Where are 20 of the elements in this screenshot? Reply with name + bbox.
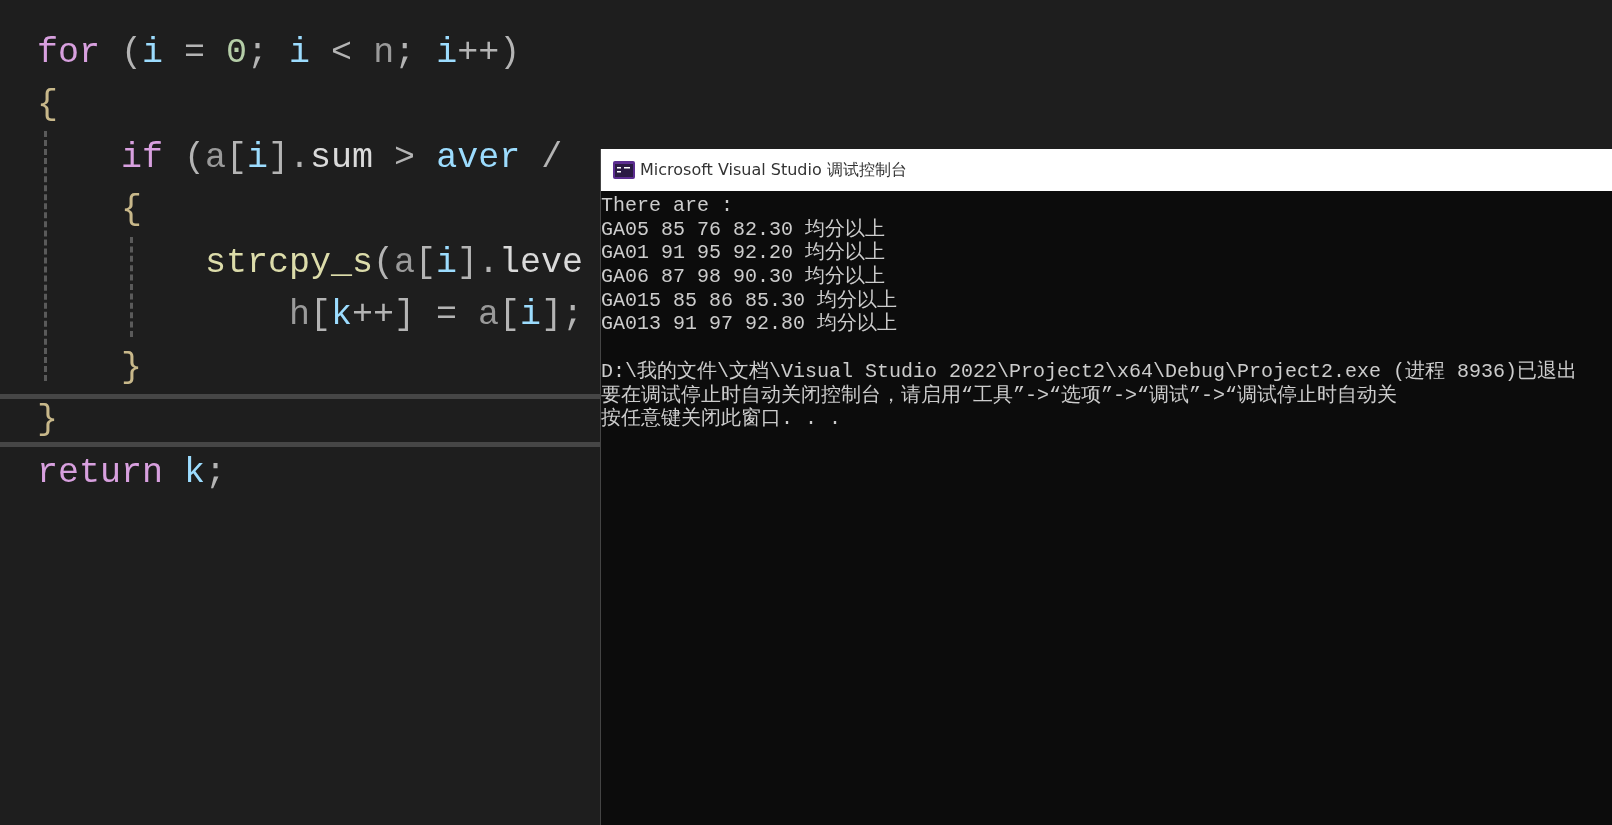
console-output-line: There are : [601, 194, 734, 217]
code-line: if (a[i].sum > aver / [121, 138, 563, 177]
console-output-line: D:\我的文件\文档\Visual Studio 2022\Project2\x64\Debug\Project2.exe (进程 8936)已退出 [601, 359, 1578, 383]
console-output-line: 按任意键关闭此窗口. . . [601, 407, 841, 431]
console-output-line: 要在调试停止时自动关闭控制台，请启用“工具”->“选项”->“调试”->“调试停止时自动关 [601, 383, 1398, 407]
console-app-icon [613, 161, 635, 179]
code-line: for (i = 0; i < n; i++) [37, 33, 521, 72]
console-output-line: GA05 85 76 82.30 均分以上 [601, 217, 886, 241]
code-line: h[k++] = a[i]; [289, 296, 584, 335]
code-line: } [121, 348, 142, 387]
console-output-line: GA013 91 97 92.80 均分以上 [601, 312, 898, 336]
code-line: { [37, 86, 58, 125]
code-line: { [121, 191, 142, 230]
window-title: Microsoft Visual Studio 调试控制台 [640, 159, 907, 181]
console-output-line: GA06 87 98 90.30 均分以上 [601, 265, 886, 289]
code-line: strcpy_s(a[i].leve [205, 243, 584, 282]
console-output-line: GA015 85 86 85.30 均分以上 [601, 288, 898, 312]
console-output-line: GA01 91 95 92.20 均分以上 [601, 241, 886, 265]
code-line: } [37, 401, 58, 440]
code-line: return k; [37, 453, 227, 492]
